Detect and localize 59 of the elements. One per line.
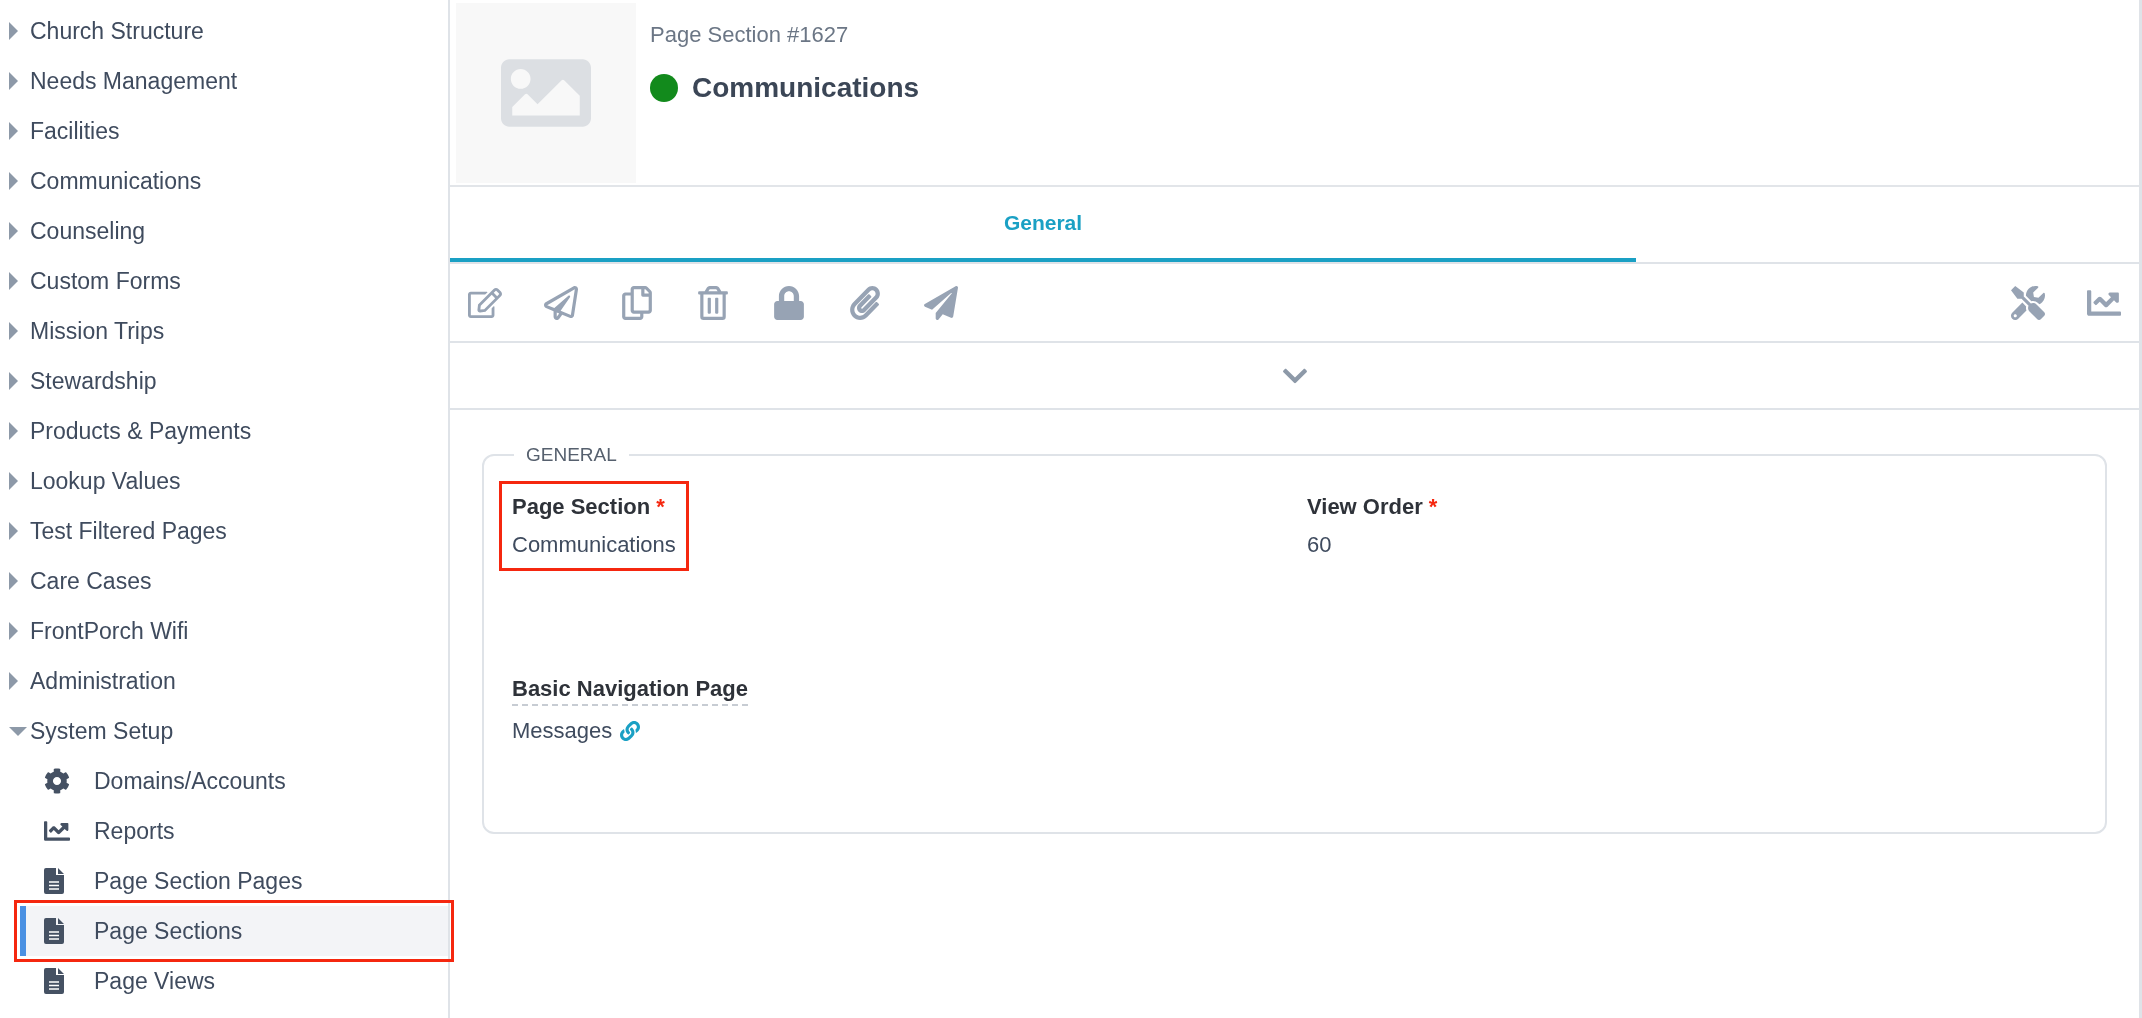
caret-right-icon bbox=[8, 371, 19, 391]
caret-right-icon bbox=[8, 171, 19, 191]
record-subtitle: Page Section #1627 bbox=[650, 22, 850, 48]
paperclip-icon[interactable] bbox=[848, 285, 882, 320]
field-value: Communications bbox=[512, 532, 676, 558]
caret-right-icon bbox=[8, 421, 19, 441]
sidebar-item[interactable]: Reports bbox=[20, 806, 448, 856]
field-value: 60 bbox=[1307, 532, 1332, 558]
sidebar-item[interactable]: Test Filtered Pages bbox=[0, 506, 448, 556]
section-legend: GENERAL bbox=[514, 444, 629, 466]
sidebar-item[interactable]: FrontPorch Wifi bbox=[0, 606, 448, 656]
sidebar-item[interactable]: System Setup bbox=[0, 706, 448, 756]
line-chart-icon bbox=[44, 818, 70, 844]
copy-icon[interactable] bbox=[620, 285, 654, 320]
caret-right-icon bbox=[8, 321, 19, 341]
caret-right-icon bbox=[8, 471, 19, 491]
sidebar-item[interactable]: Church Structure bbox=[0, 6, 448, 56]
document-icon bbox=[44, 868, 64, 894]
caret-right-icon bbox=[8, 621, 19, 641]
sidebar-item[interactable]: Counseling bbox=[0, 206, 448, 256]
caret-right-icon bbox=[8, 571, 19, 591]
paper-plane-icon[interactable] bbox=[924, 285, 958, 320]
edit-icon[interactable] bbox=[468, 285, 502, 320]
sidebar-item[interactable]: Page Section Pages bbox=[20, 856, 448, 906]
sidebar-item[interactable]: Needs Management bbox=[0, 56, 448, 106]
sidebar-item[interactable]: Stewardship bbox=[0, 356, 448, 406]
sidebar-item[interactable]: Communications bbox=[0, 156, 448, 206]
caret-right-icon bbox=[8, 271, 19, 291]
sidebar-item[interactable]: Administration bbox=[0, 656, 448, 706]
caret-right-icon bbox=[8, 671, 19, 691]
sidebar-item[interactable]: Lookup Values bbox=[0, 456, 448, 506]
sidebar-item[interactable]: Products & Payments bbox=[0, 406, 448, 456]
document-icon bbox=[44, 968, 64, 994]
sidebar-item[interactable]: Page Views bbox=[20, 956, 448, 1006]
paper-plane-outline-icon[interactable] bbox=[544, 285, 578, 320]
field-label: Basic Navigation Page bbox=[512, 676, 748, 706]
gear-icon bbox=[44, 768, 70, 794]
caret-right-icon bbox=[8, 71, 19, 91]
sidebar-item[interactable]: Facilities bbox=[0, 106, 448, 156]
document-icon bbox=[44, 918, 64, 944]
sidebar-item[interactable]: Care Cases bbox=[0, 556, 448, 606]
lock-icon[interactable] bbox=[772, 285, 806, 320]
caret-right-icon bbox=[8, 121, 19, 141]
field-label: View Order bbox=[1307, 494, 1423, 520]
sidebar-item[interactable]: Custom Forms bbox=[0, 256, 448, 306]
caret-right-icon bbox=[8, 521, 19, 541]
required-mark: * bbox=[1428, 494, 1438, 520]
sidebar-item[interactable]: Mission Trips bbox=[0, 306, 448, 356]
tools-icon[interactable] bbox=[2011, 285, 2045, 320]
link-icon[interactable] bbox=[620, 721, 641, 741]
caret-down-icon bbox=[8, 725, 28, 737]
required-mark: * bbox=[656, 494, 665, 520]
caret-right-icon bbox=[8, 21, 19, 41]
record-title: Communications bbox=[692, 72, 920, 104]
field-label: Page Section bbox=[512, 494, 651, 520]
field-value: Messages bbox=[512, 718, 613, 744]
caret-right-icon bbox=[8, 221, 19, 241]
trash-icon[interactable] bbox=[696, 285, 730, 320]
sidebar-item[interactable]: Domains/Accounts bbox=[20, 756, 448, 806]
